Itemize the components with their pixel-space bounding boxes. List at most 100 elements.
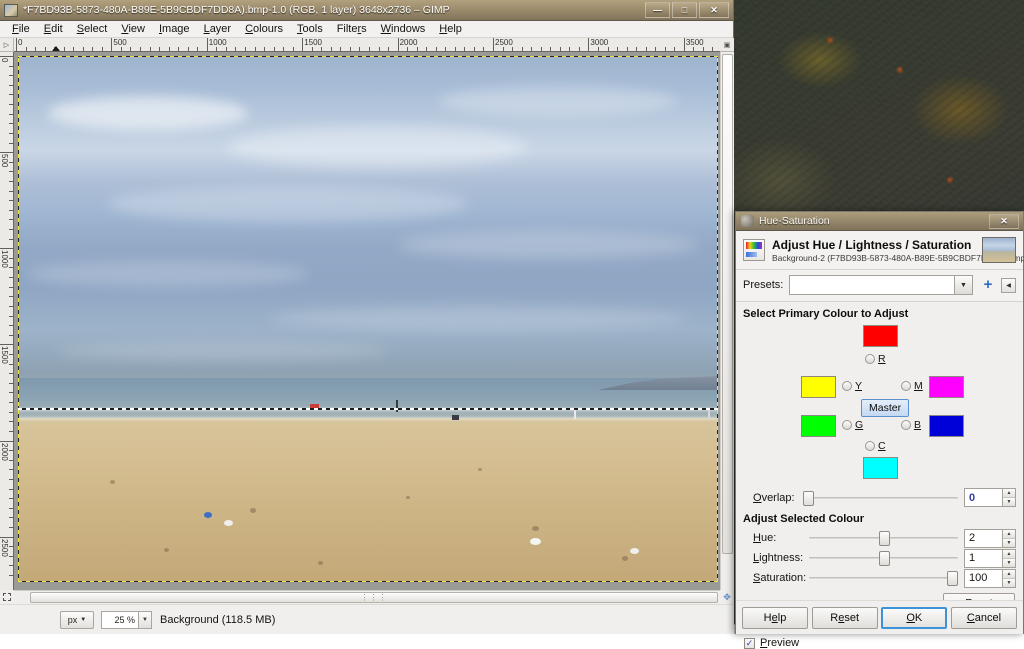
ruler-tick bbox=[9, 335, 13, 336]
overlap-row: Overlap: ▲ ▼ bbox=[736, 485, 1023, 505]
ok-button[interactable]: OK bbox=[881, 607, 947, 629]
preview-checkbox[interactable]: ✓ bbox=[744, 638, 755, 649]
reset-button[interactable]: Reset bbox=[812, 607, 878, 629]
radio-C[interactable]: C bbox=[865, 440, 886, 452]
cancel-button[interactable]: Cancel bbox=[951, 607, 1017, 629]
main-titlebar[interactable]: *F7BD93B-5873-480A-B89E-5B9CBDF7DD8A).bm… bbox=[0, 0, 733, 21]
preset-menu-button[interactable]: ◀ bbox=[1001, 278, 1016, 293]
ruler-tick bbox=[0, 441, 13, 442]
menu-item-select[interactable]: Select bbox=[70, 22, 115, 36]
spin-down-icon[interactable]: ▼ bbox=[1003, 498, 1015, 506]
ruler-tick bbox=[436, 47, 437, 51]
spin-down-icon[interactable]: ▼ bbox=[1003, 579, 1015, 587]
ruler-tick bbox=[9, 392, 13, 393]
preview-toggle[interactable]: ✓ Preview bbox=[744, 637, 1023, 649]
hue-saturation-dialog: Hue-Saturation ✕ Adjust Hue / Lightness … bbox=[735, 211, 1024, 634]
navigation-preview-button[interactable]: ✥ bbox=[720, 590, 734, 604]
hue-value-input[interactable] bbox=[964, 529, 1003, 548]
menu-item-image[interactable]: Image bbox=[152, 22, 197, 36]
dialog-close-button[interactable]: ✕ bbox=[989, 214, 1019, 229]
menu-item-help[interactable]: Help bbox=[432, 22, 469, 36]
maximize-button[interactable]: □ bbox=[672, 2, 697, 18]
zoom-dropdown-button[interactable]: ▼ bbox=[139, 611, 152, 629]
mnemonic: L bbox=[204, 23, 210, 35]
ruler-unit-corner[interactable]: ▷ bbox=[0, 38, 14, 52]
ruler-tick bbox=[9, 267, 13, 268]
radio-R[interactable]: R bbox=[865, 353, 886, 365]
horizontal-scroll-thumb[interactable]: ⋮⋮⋮ bbox=[30, 592, 718, 603]
ruler-corner-right[interactable]: ▣ bbox=[720, 38, 734, 52]
minimize-button[interactable]: — bbox=[645, 2, 670, 18]
vertical-ruler[interactable]: 05001000150020002500 bbox=[0, 52, 14, 590]
menu-item-file[interactable]: File bbox=[5, 22, 37, 36]
presets-dropdown-arrow[interactable]: ▼ bbox=[954, 276, 972, 294]
hue-slider-handle[interactable] bbox=[879, 531, 890, 546]
overlap-slider-handle[interactable] bbox=[803, 491, 814, 506]
help-button[interactable]: Help bbox=[742, 607, 808, 629]
dog bbox=[452, 415, 459, 420]
ruler-tick bbox=[159, 47, 160, 51]
saturation-spinner[interactable]: ▲▼ bbox=[964, 569, 1016, 588]
quickmask-toggle[interactable] bbox=[0, 590, 14, 604]
unit-selector[interactable]: px ▼ bbox=[60, 611, 94, 629]
hue-row: Hue:▲▼ bbox=[736, 528, 1023, 548]
menu-item-tools[interactable]: Tools bbox=[290, 22, 330, 36]
spin-up-icon[interactable]: ▲ bbox=[1003, 530, 1015, 539]
ruler-tick bbox=[283, 47, 284, 51]
saturation-slider[interactable] bbox=[809, 570, 958, 586]
lightness-slider[interactable] bbox=[809, 550, 958, 566]
lightness-value-input[interactable] bbox=[964, 549, 1003, 568]
spin-up-icon[interactable]: ▲ bbox=[1003, 550, 1015, 559]
ruler-tick bbox=[388, 47, 389, 51]
hue-slider[interactable] bbox=[809, 530, 958, 546]
spin-down-icon[interactable]: ▼ bbox=[1003, 559, 1015, 567]
menu-item-edit[interactable]: Edit bbox=[37, 22, 70, 36]
radio-M[interactable]: M bbox=[901, 380, 923, 392]
horizontal-ruler[interactable]: 0500100015002000250030003500 bbox=[14, 38, 720, 52]
radio-G[interactable]: G bbox=[842, 419, 863, 431]
add-preset-button[interactable]: + bbox=[980, 278, 996, 292]
vertical-scroll-thumb[interactable] bbox=[722, 54, 733, 554]
presets-input[interactable] bbox=[790, 276, 954, 294]
overlap-value-input[interactable] bbox=[964, 488, 1003, 507]
ruler-tick bbox=[417, 47, 418, 51]
saturation-value-input[interactable] bbox=[964, 569, 1003, 588]
ruler-tick bbox=[550, 47, 551, 51]
hue-spinner[interactable]: ▲▼ bbox=[964, 529, 1016, 548]
radio-B[interactable]: B bbox=[901, 419, 921, 431]
vertical-scrollbar[interactable] bbox=[720, 52, 734, 590]
menu-item-colours[interactable]: Colours bbox=[238, 22, 290, 36]
status-bar: px ▼ 25 % ▼ Background (118.5 MB) bbox=[0, 604, 734, 634]
lightness-spinner[interactable]: ▲▼ bbox=[964, 549, 1016, 568]
ruler-tick bbox=[121, 47, 122, 51]
menu-item-layer[interactable]: Layer bbox=[197, 22, 239, 36]
close-button[interactable]: ✕ bbox=[699, 2, 729, 18]
menu-bar: FileEditSelectViewImageLayerColoursTools… bbox=[0, 21, 733, 38]
hue-spin-buttons: ▲▼ bbox=[1003, 529, 1016, 548]
spin-up-icon[interactable]: ▲ bbox=[1003, 489, 1015, 498]
ruler-label: 3000 bbox=[590, 39, 608, 47]
menu-item-view[interactable]: View bbox=[114, 22, 152, 36]
ruler-tick bbox=[588, 38, 589, 51]
presets-combo[interactable]: ▼ bbox=[789, 275, 973, 295]
ruler-tick bbox=[0, 56, 13, 57]
overlap-slider[interactable] bbox=[803, 490, 958, 506]
radio-label-R: R bbox=[878, 353, 886, 365]
image-canvas[interactable] bbox=[14, 52, 720, 590]
zoom-input[interactable]: 25 % bbox=[101, 611, 139, 629]
lightness-slider-handle[interactable] bbox=[879, 551, 890, 566]
saturation-slider-handle[interactable] bbox=[947, 571, 958, 586]
menu-item-filters[interactable]: Filters bbox=[330, 22, 374, 36]
horizontal-scrollbar[interactable]: ⋮⋮⋮ bbox=[14, 590, 720, 604]
radio-Y[interactable]: Y bbox=[842, 380, 862, 392]
ruler-tick bbox=[9, 354, 13, 355]
dialog-titlebar[interactable]: Hue-Saturation ✕ bbox=[736, 212, 1023, 231]
spin-down-icon[interactable]: ▼ bbox=[1003, 539, 1015, 547]
ruler-tick bbox=[9, 296, 13, 297]
overlap-spinner[interactable]: ▲ ▼ bbox=[964, 488, 1016, 507]
radio-icon bbox=[901, 420, 911, 430]
menu-item-windows[interactable]: Windows bbox=[374, 22, 433, 36]
spin-up-icon[interactable]: ▲ bbox=[1003, 570, 1015, 579]
master-button[interactable]: Master bbox=[861, 399, 909, 417]
ruler-label: 500 bbox=[113, 39, 126, 47]
